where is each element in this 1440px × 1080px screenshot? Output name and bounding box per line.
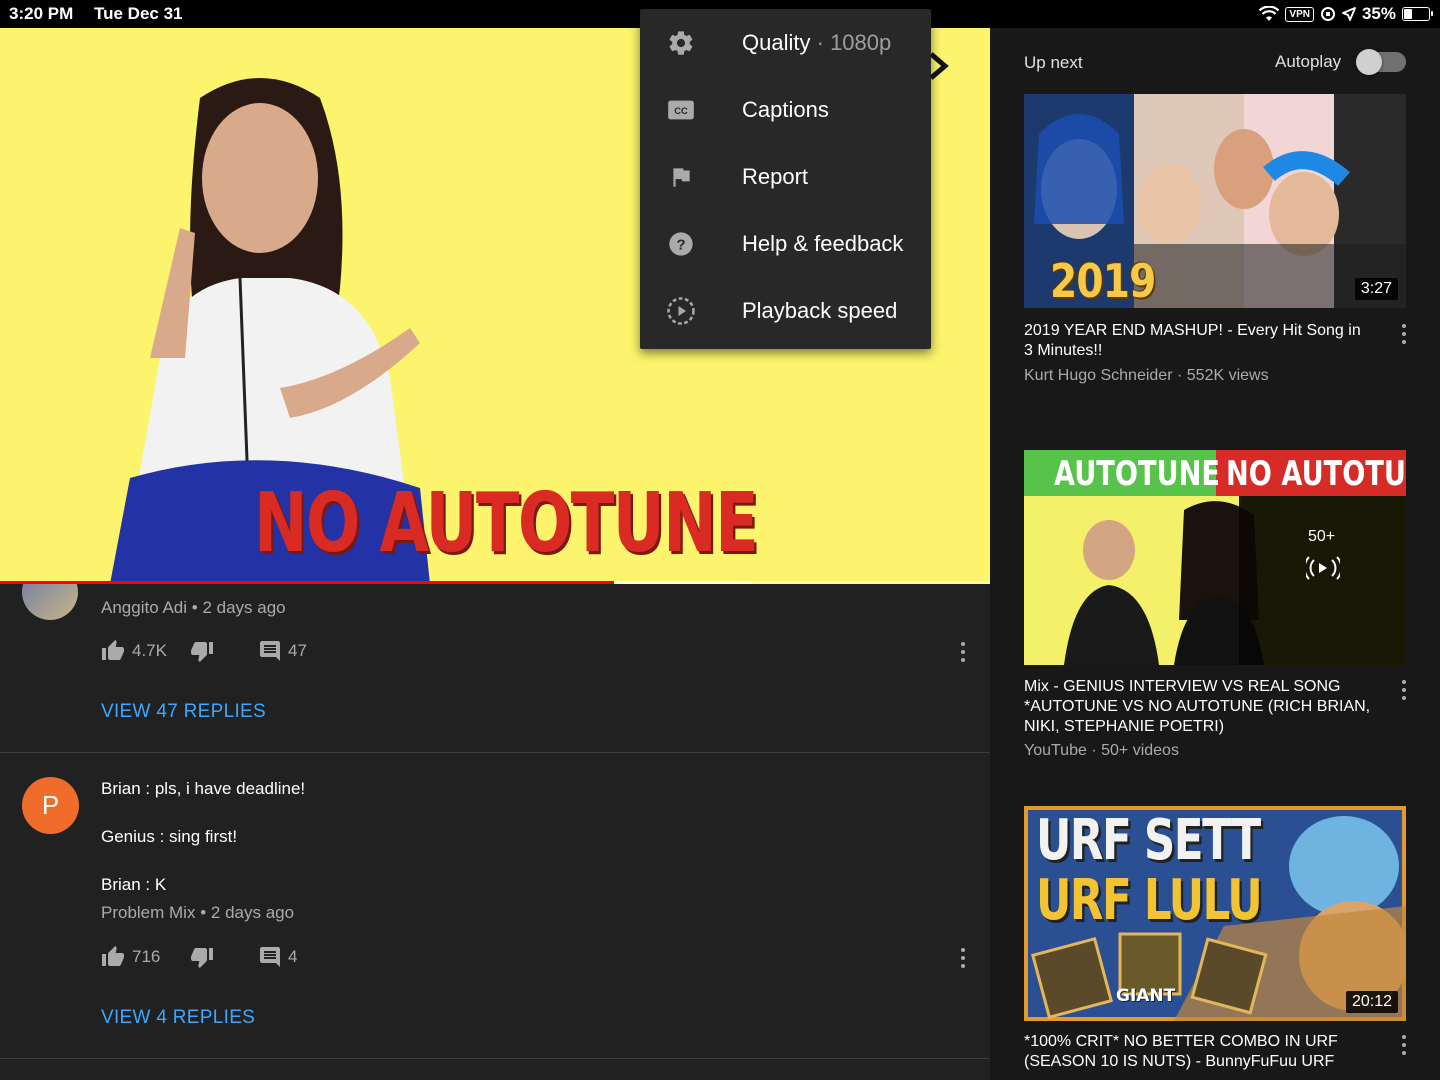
menu-item-playback-speed[interactable]: Playback speed (640, 277, 931, 344)
status-right-cluster: VPN 35% (1259, 4, 1433, 24)
thumbnail-text-2: URF LULU (1036, 868, 1263, 933)
orientation-lock-icon (1320, 7, 1335, 21)
comment-text-line: Brian : K (101, 875, 167, 894)
thumbnail-text-3: GIANT (1116, 986, 1176, 1006)
video-title[interactable]: Mix - GENIUS INTERVIEW VS REAL SONG *AUT… (1024, 677, 1374, 737)
flag-icon (666, 162, 696, 192)
comment-meta: Anggito Adi • 2 days ago (101, 598, 286, 618)
quality-label: Quality (742, 29, 811, 55)
menu-item-help[interactable]: ? Help & feedback (640, 210, 931, 277)
video-duration: 20:12 (1345, 991, 1398, 1013)
reply-icon[interactable] (258, 945, 282, 969)
reply-count: 4 (288, 947, 298, 966)
thumbs-up-icon[interactable] (101, 945, 125, 969)
avatar[interactable] (22, 584, 78, 620)
cc-icon: CC (666, 95, 696, 125)
video-channel: Kurt Hugo Schneider (1024, 367, 1173, 384)
video-meta: YouTube · 50+ videos (1024, 742, 1179, 760)
video-title[interactable]: 2019 YEAR END MASHUP! - Every Hit Song i… (1024, 321, 1374, 361)
comment-more-icon[interactable] (960, 642, 966, 662)
thumbs-down-icon[interactable] (190, 945, 214, 969)
comment-actions: 4.7K 47 (101, 639, 307, 663)
menu-label-captions: Captions (742, 96, 829, 122)
gear-icon (666, 28, 696, 58)
quality-separator: · (816, 29, 824, 55)
avatar[interactable]: P (22, 777, 79, 834)
autoplay-toggle[interactable] (1356, 49, 1406, 75)
quality-value: 1080p (830, 29, 892, 55)
video-duration: 3:27 (1354, 278, 1398, 300)
vpn-badge: VPN (1285, 6, 1314, 22)
playlist-count: 50+ (1308, 528, 1336, 545)
autoplay-label: Autoplay (1275, 52, 1342, 71)
menu-item-captions[interactable]: CC Captions (640, 76, 931, 143)
thumbnail-text-1: URF SETT (1036, 808, 1261, 873)
battery-percent: 35% (1361, 4, 1396, 23)
wifi-icon (1259, 6, 1280, 21)
menu-item-report[interactable]: Report (640, 143, 931, 210)
video-views: 552K views (1186, 367, 1269, 384)
playlist-overlay (1239, 496, 1406, 665)
comment-text-line: Brian : pls, i have deadline! (101, 779, 306, 798)
comment-age: 2 days ago (202, 598, 286, 617)
reply-icon[interactable] (258, 639, 282, 663)
menu-label-report: Report (742, 163, 809, 189)
video-thumbnail[interactable]: 2019 MASHUP! 3:27 (1024, 94, 1406, 308)
svg-text:CC: CC (674, 106, 688, 116)
battery-icon (1402, 7, 1433, 21)
up-next-sidebar: Up next Autoplay 2019 MASHUP! 3:27 2019 … (990, 28, 1440, 1080)
mix-icon (1306, 556, 1340, 580)
help-icon: ? (666, 229, 696, 259)
toggle-knob (1356, 49, 1382, 75)
up-next-heading: Up next (1024, 53, 1083, 72)
menu-arrow-icon (931, 52, 949, 80)
comments-section: Anggito Adi • 2 days ago 4.7K 47 VIEW 47… (0, 584, 990, 1080)
video-title[interactable]: *100% CRIT* NO BETTER COMBO IN URF (SEAS… (1024, 1032, 1374, 1072)
thumbs-down-icon[interactable] (190, 639, 214, 663)
svg-text:?: ? (676, 236, 685, 253)
like-count: 716 (132, 947, 161, 966)
playback-speed-icon (666, 296, 696, 326)
video-more-icon[interactable] (1401, 680, 1407, 700)
thumbnail-text-right: NO AUTOTUNE (1226, 454, 1406, 494)
menu-label-playback-speed: Playback speed (742, 297, 898, 323)
status-date: Tue Dec 31 (94, 4, 183, 23)
thumbnail-text: 2019 MASHUP! (1050, 254, 1156, 308)
video-thumbnail[interactable]: AUTOTUNE NO AUTOTUNE 50+ (1024, 450, 1406, 665)
location-icon (1342, 7, 1356, 21)
thumbnail-text-left: AUTOTUNE (1054, 454, 1220, 494)
video-more-icon[interactable] (1401, 1035, 1407, 1055)
like-count: 4.7K (132, 641, 167, 660)
reply-count: 47 (288, 641, 307, 660)
comment-meta: Problem Mix • 2 days ago (101, 903, 294, 923)
comment-age: 2 days ago (210, 903, 295, 922)
comment-text-line: Genius : sing first! (101, 827, 238, 846)
comment-author[interactable]: Anggito Adi (101, 598, 187, 617)
thumbs-up-icon[interactable] (101, 639, 125, 663)
video-more-icon[interactable] (1401, 324, 1407, 344)
view-replies-button[interactable]: VIEW 47 REPLIES (101, 701, 266, 723)
menu-label-help: Help & feedback (742, 230, 904, 256)
video-channel: YouTube (1024, 742, 1087, 759)
view-replies-button[interactable]: VIEW 4 REPLIES (101, 1007, 255, 1029)
video-thumbnail[interactable]: URF SETT URF LULU GIANT 20:12 (1024, 806, 1406, 1021)
video-views: 50+ videos (1101, 742, 1179, 759)
status-time: 3:20 PM (9, 4, 74, 23)
menu-label-quality: Quality · 1080p (742, 30, 891, 56)
meta-separator: · (1176, 367, 1183, 384)
menu-item-quality[interactable]: Quality · 1080p (640, 9, 931, 76)
comment-more-icon[interactable] (960, 948, 966, 968)
divider (0, 1058, 990, 1059)
settings-menu: Quality · 1080p CC Captions Report ? Hel… (640, 9, 931, 349)
meta-separator: • (191, 598, 198, 617)
divider (0, 752, 990, 753)
video-meta: Kurt Hugo Schneider · 552K views (1024, 367, 1269, 385)
video-overlay-text: NO AUTOTUNE (254, 476, 759, 571)
meta-separator: • (200, 903, 207, 922)
battery-level (1404, 9, 1413, 19)
meta-separator: · (1091, 742, 1097, 759)
comment-actions: 716 4 (101, 945, 297, 969)
comment-author[interactable]: Problem Mix (101, 903, 195, 922)
